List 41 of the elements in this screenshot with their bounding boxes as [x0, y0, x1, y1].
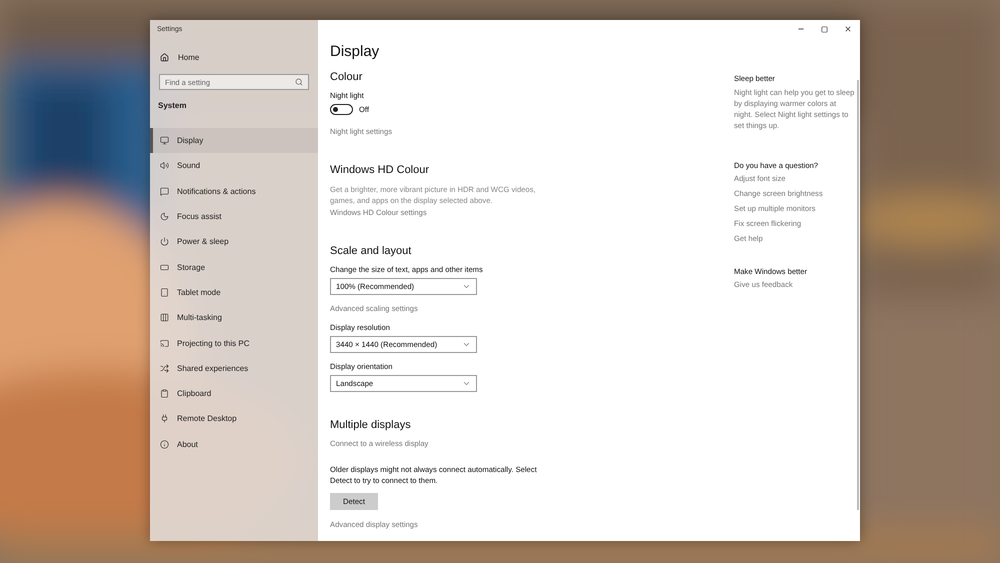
- nav-item[interactable]: Sound: [150, 153, 318, 179]
- nav-item[interactable]: Focus assist: [150, 204, 318, 230]
- crossed-arrows-icon: [160, 364, 169, 373]
- page-title: Display: [330, 43, 380, 62]
- nav-item[interactable]: Clipboard: [150, 380, 318, 406]
- cast-icon: [160, 338, 169, 348]
- section-heading: Colour: [330, 71, 364, 83]
- section-heading: Multiple displays: [330, 419, 412, 431]
- chevron-icon: [462, 340, 471, 349]
- nav-item[interactable]: Tablet mode: [150, 280, 318, 306]
- nav-item[interactable]: Notifications & actions: [150, 178, 318, 204]
- home-link[interactable]: Home: [150, 50, 318, 64]
- columns-icon: [160, 313, 169, 322]
- plug-icon: [160, 414, 169, 424]
- chevron-icon: [462, 379, 471, 388]
- maximize-icon[interactable]: [821, 26, 828, 32]
- nav-item[interactable]: Storage: [150, 254, 318, 280]
- home-icon: [160, 52, 169, 62]
- chevron-icon: [462, 282, 471, 291]
- toggle-switch[interactable]: [330, 104, 353, 115]
- nav-item[interactable]: Shared experiences: [150, 356, 318, 381]
- nav-item[interactable]: About: [150, 432, 318, 457]
- clipboard-icon: [160, 389, 169, 398]
- nav-item[interactable]: Remote Desktop: [150, 406, 318, 432]
- moon-icon: [160, 212, 169, 222]
- nav-item[interactable]: Power & sleep: [150, 229, 318, 254]
- speaker-icon: [160, 161, 169, 170]
- info-icon: [160, 440, 169, 449]
- section-title: System: [157, 101, 188, 110]
- section-heading: Windows HD Colour: [330, 164, 430, 176]
- tablet-icon: [160, 288, 169, 297]
- search-icon: [295, 78, 303, 86]
- close-icon[interactable]: [844, 25, 852, 33]
- nav-item[interactable]: Multi-tasking: [150, 305, 318, 330]
- message-icon: [160, 186, 169, 196]
- drive-icon: [160, 262, 169, 272]
- monitor-icon: [160, 136, 169, 146]
- nav-item[interactable]: Display: [150, 128, 318, 154]
- nav-item[interactable]: Projecting to this PC: [150, 330, 318, 356]
- section-heading: Scale and layout: [330, 245, 412, 257]
- power-icon: [160, 237, 169, 246]
